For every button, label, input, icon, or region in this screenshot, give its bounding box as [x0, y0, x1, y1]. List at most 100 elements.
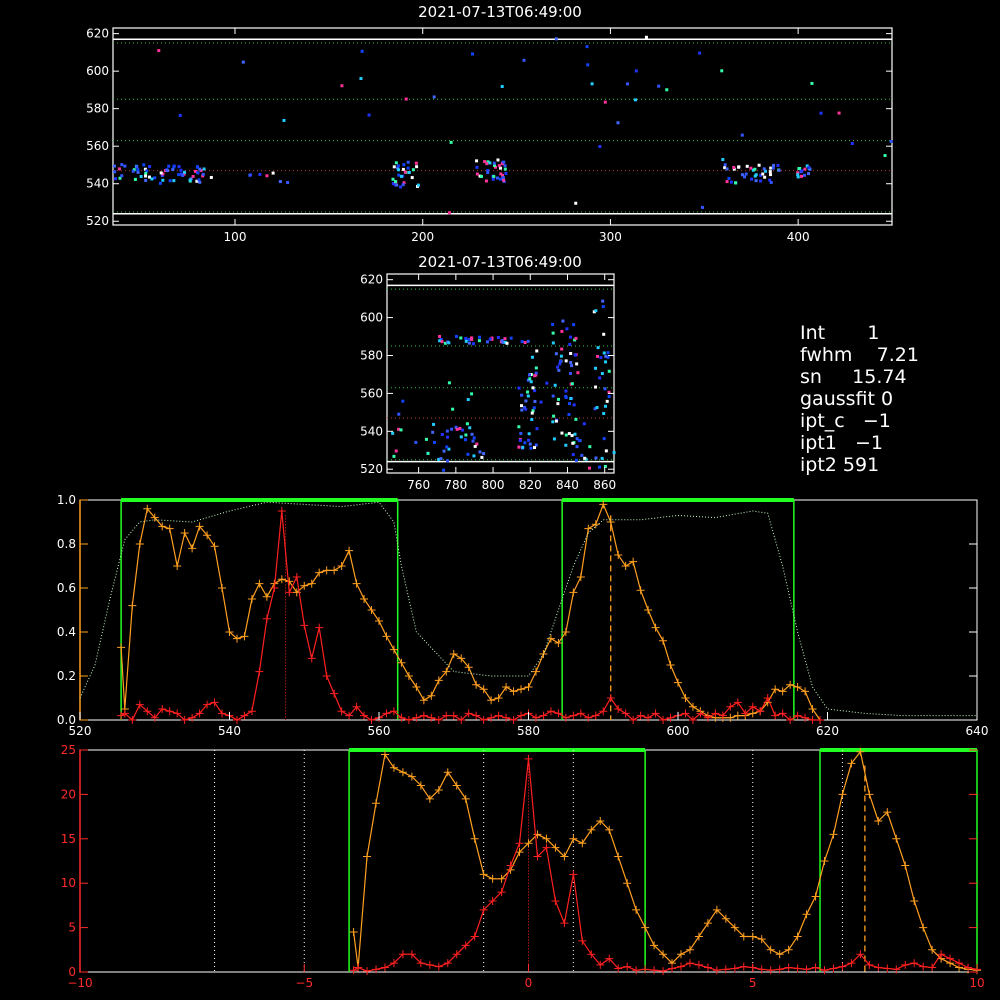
raster-pixel [568, 402, 572, 406]
data-point [531, 713, 540, 722]
data-point [188, 544, 197, 553]
raster-pixel [161, 178, 165, 182]
raster-pixel [391, 431, 395, 435]
data-point [240, 711, 249, 720]
data-point [771, 711, 780, 720]
data-point [180, 529, 189, 537]
raster-pixel [477, 339, 481, 343]
raster-pixel [564, 443, 568, 447]
raster-pixel [181, 173, 185, 177]
raster-pixel [567, 432, 571, 436]
raster-pixel [559, 359, 563, 363]
raster-pixel [414, 440, 418, 444]
x-tick-label: 10 [969, 976, 984, 990]
raster-pixel [416, 183, 420, 187]
raster-pixel [406, 166, 410, 170]
raster-pixel [265, 174, 269, 178]
raster-pixel [800, 169, 804, 173]
info-line: gaussfit 0 [800, 388, 894, 410]
raster-pixel [533, 374, 537, 378]
raster-pixel [571, 453, 575, 457]
raster-pixel [553, 383, 557, 387]
raster-pixel [472, 436, 476, 440]
data-point [419, 711, 428, 720]
data-point [419, 696, 428, 705]
raster-pixel [484, 179, 488, 183]
data-point [270, 584, 279, 592]
data-point [874, 963, 883, 972]
data-point [650, 966, 659, 975]
raster-pixel [532, 406, 536, 410]
raster-pixel [135, 165, 139, 169]
data-point [733, 711, 742, 720]
raster-pixel [359, 77, 363, 81]
raster-pixel [569, 397, 573, 401]
x-tick-label: 640 [966, 724, 989, 738]
raster-pixel [534, 371, 538, 375]
top-panel-title: 2021-07-13T06:49:00 [418, 3, 582, 21]
mid-raster-panel: 760 780 800 820 840 860 520 540 560 580 600 620 [360, 273, 616, 492]
raster-pixel [492, 161, 496, 165]
data-point [479, 870, 488, 879]
raster-pixel [604, 360, 608, 364]
raster-pixel [431, 430, 435, 434]
raster-pixel [500, 339, 504, 343]
raster-pixel [171, 168, 175, 172]
raster-pixel [407, 170, 411, 174]
raster-pixel [535, 427, 539, 431]
data-point [733, 698, 742, 707]
raster-pixel [524, 407, 528, 411]
raster-pixel [603, 387, 607, 391]
raster-pixel [410, 176, 414, 180]
data-point [632, 966, 641, 975]
raster-pixel [727, 176, 731, 180]
x-tick-label: 100 [224, 230, 247, 244]
raster-pixel [521, 445, 525, 449]
info-line: fwhm 7.21 [800, 344, 919, 366]
raster-pixel [117, 167, 121, 171]
raster-pixel [439, 457, 443, 461]
raster-pixel [604, 449, 608, 453]
data-point [659, 636, 668, 645]
data-point [801, 687, 810, 696]
raster-pixel [397, 168, 401, 172]
data-point [784, 963, 793, 972]
figure-canvas: 2021-07-13T06:49:00 100 200 300 40052054056… [57, 3, 989, 990]
raster-pixel [527, 373, 531, 377]
data-point [218, 709, 227, 718]
raster-pixel [177, 173, 181, 177]
data-point [576, 709, 585, 718]
data-point [629, 557, 638, 566]
raster-pixel [725, 180, 729, 184]
data-point [367, 606, 376, 614]
data-point [398, 768, 407, 777]
raster-pixel [802, 173, 806, 177]
raster-pixel [470, 392, 474, 396]
data-point [623, 879, 632, 888]
y-tick-label: 15 [61, 832, 76, 846]
raster-pixel [626, 82, 630, 86]
raster-pixel [394, 449, 398, 453]
data-point [322, 566, 331, 575]
data-point [330, 566, 339, 575]
data-point [372, 799, 381, 808]
raster-pixel [517, 445, 521, 449]
data-point [892, 834, 901, 843]
data-point [315, 623, 324, 632]
raster-pixel [527, 438, 531, 442]
raster-pixel [504, 171, 508, 175]
data-point [315, 568, 324, 577]
x-tick-label: 400 [787, 230, 810, 244]
raster-pixel [464, 336, 468, 340]
raster-pixel [191, 174, 195, 178]
data-point [668, 964, 677, 973]
raster-pixel [340, 84, 344, 88]
data-point [584, 713, 593, 722]
raster-pixel [889, 140, 893, 144]
raster-pixel [800, 174, 804, 178]
raster-pixel [725, 167, 729, 171]
raster-pixel [698, 51, 702, 55]
raster-pixel [530, 411, 534, 415]
y-tick-label: 580 [86, 102, 109, 116]
data-point [135, 540, 144, 548]
